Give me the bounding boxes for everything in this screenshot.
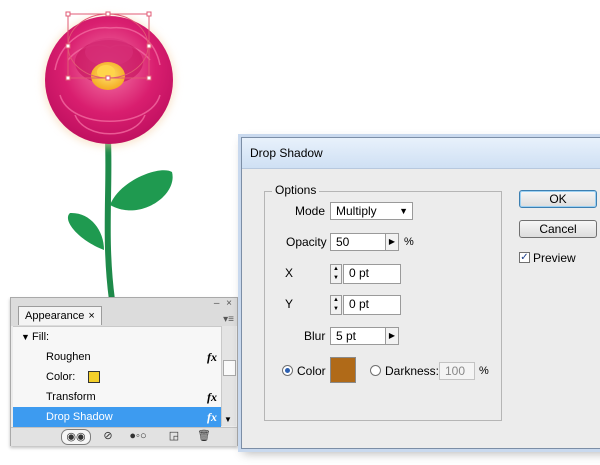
- duplicate-item-icon[interactable]: ◲: [167, 429, 181, 443]
- list-item[interactable]: Transform fx: [13, 387, 221, 407]
- mode-label: Mode: [295, 204, 326, 218]
- options-legend: Options: [272, 183, 320, 197]
- drop-shadow-dialog: Drop Shadow Options Mode Multiply ▼ Opac…: [241, 137, 600, 449]
- effect-label: Transform: [46, 391, 96, 403]
- appearance-tab-label: Appearance: [25, 310, 85, 322]
- fill-row[interactable]: ▼ Fill:: [13, 327, 221, 347]
- color-label: Color:: [46, 371, 76, 383]
- panel-scrollbar[interactable]: ▼: [221, 326, 236, 426]
- fill-color-swatch[interactable]: [88, 371, 100, 383]
- x-offset-label: X: [285, 266, 294, 280]
- darkness-label: Darkness:: [385, 364, 440, 378]
- reduce-to-basic-appearance-icon[interactable]: ●◦○: [125, 429, 151, 443]
- cancel-button[interactable]: Cancel: [519, 220, 597, 238]
- scrollbar-thumb[interactable]: [223, 360, 236, 376]
- chevron-down-icon: ▼: [399, 206, 408, 216]
- fill-label: Fill:: [32, 331, 50, 343]
- color-radio[interactable]: [282, 365, 293, 376]
- flower-artwork: [43, 11, 175, 300]
- list-item[interactable]: Roughen fx: [13, 347, 221, 367]
- blur-slider-toggle-icon[interactable]: ▶: [385, 327, 399, 345]
- opacity-label: Opacity: [286, 235, 327, 249]
- panel-bottom-toolbar: ◉◉ ⊘ ●◦○ ◲ 🗑: [11, 427, 237, 446]
- blur-label: Blur: [304, 329, 326, 343]
- panel-menu-icon[interactable]: ▾≡: [223, 314, 234, 325]
- y-offset-input[interactable]: 0 pt: [343, 295, 401, 315]
- appearance-list: ▼ Fill: Roughen fx Color: Transform fx D…: [13, 326, 221, 427]
- effect-label: Roughen: [46, 351, 91, 363]
- appearance-panel: Appearance × – × ▾≡ ▼ Fill: Roughen fx Co…: [10, 297, 238, 446]
- fx-icon[interactable]: fx: [207, 347, 217, 367]
- dialog-title: Drop Shadow: [250, 146, 323, 160]
- new-art-maintains-appearance-icon[interactable]: ◉◉: [61, 429, 91, 445]
- stem: [104, 139, 115, 300]
- scroll-down-icon[interactable]: ▼: [224, 415, 232, 424]
- fx-icon[interactable]: fx: [207, 407, 217, 427]
- list-item-selected[interactable]: Drop Shadow fx: [13, 407, 221, 427]
- shadow-color-swatch[interactable]: [330, 357, 356, 383]
- x-offset-stepper[interactable]: ▲ ▼: [330, 264, 342, 284]
- ok-button[interactable]: OK: [519, 190, 597, 208]
- opacity-input[interactable]: 50: [330, 233, 386, 251]
- y-offset-label: Y: [285, 297, 294, 311]
- preview-label: Preview: [533, 251, 576, 265]
- clear-appearance-icon[interactable]: ⊘: [101, 429, 115, 443]
- disclosure-triangle-icon[interactable]: ▼: [21, 327, 30, 347]
- left-leaf: [67, 212, 104, 250]
- trash-icon[interactable]: 🗑: [197, 429, 211, 443]
- mode-select[interactable]: Multiply ▼: [330, 202, 413, 220]
- y-offset-stepper[interactable]: ▲ ▼: [330, 295, 342, 315]
- appearance-tab[interactable]: Appearance ×: [18, 306, 102, 325]
- list-item[interactable]: Color:: [13, 367, 221, 387]
- darkness-input[interactable]: 100: [439, 362, 475, 380]
- panel-window-controls[interactable]: – ×: [214, 298, 234, 309]
- tab-close-icon[interactable]: ×: [88, 310, 94, 322]
- dialog-titlebar[interactable]: Drop Shadow: [242, 138, 600, 169]
- blur-input[interactable]: 5 pt: [330, 327, 386, 345]
- fx-icon[interactable]: fx: [207, 387, 217, 407]
- darkness-radio[interactable]: [370, 365, 381, 376]
- preview-checkbox[interactable]: ✓: [519, 252, 530, 263]
- opacity-unit: %: [404, 236, 414, 248]
- mode-select-value: Multiply: [336, 204, 377, 218]
- x-offset-input[interactable]: 0 pt: [343, 264, 401, 284]
- panel-tab-strip: Appearance × – × ▾≡: [11, 298, 237, 326]
- color-radio-label: Color: [297, 364, 326, 378]
- opacity-slider-toggle-icon[interactable]: ▶: [385, 233, 399, 251]
- right-leaf: [110, 170, 173, 211]
- effect-label: Drop Shadow: [46, 411, 113, 423]
- darkness-unit: %: [479, 365, 489, 377]
